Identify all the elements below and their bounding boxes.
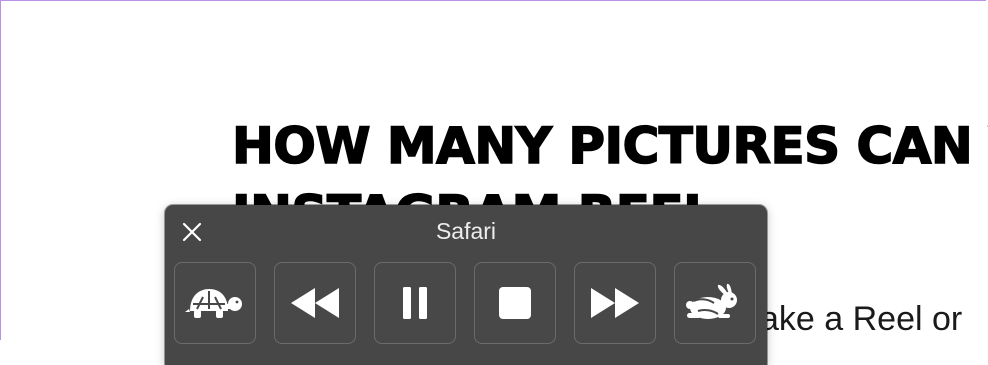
- rewind-button[interactable]: [274, 262, 356, 344]
- heading-line-1: HOW MANY PICTURES CAN Y: [231, 116, 988, 176]
- rabbit-icon: [686, 283, 737, 319]
- rewind-icon: [291, 288, 339, 318]
- speed-up-button[interactable]: [674, 262, 756, 344]
- slow-down-button[interactable]: [174, 262, 256, 344]
- turtle-icon: [185, 289, 242, 318]
- panel-title: Safari: [435, 218, 497, 244]
- fast-forward-icon: [591, 288, 639, 318]
- stop-icon: [499, 287, 531, 319]
- pause-icon: [403, 287, 427, 319]
- fast-forward-button[interactable]: [574, 262, 656, 344]
- speech-controller-panel: Safari: [165, 205, 767, 365]
- article-body-text: ake a Reel or: [760, 300, 963, 338]
- pause-button[interactable]: [374, 262, 456, 344]
- stop-button[interactable]: [474, 262, 556, 344]
